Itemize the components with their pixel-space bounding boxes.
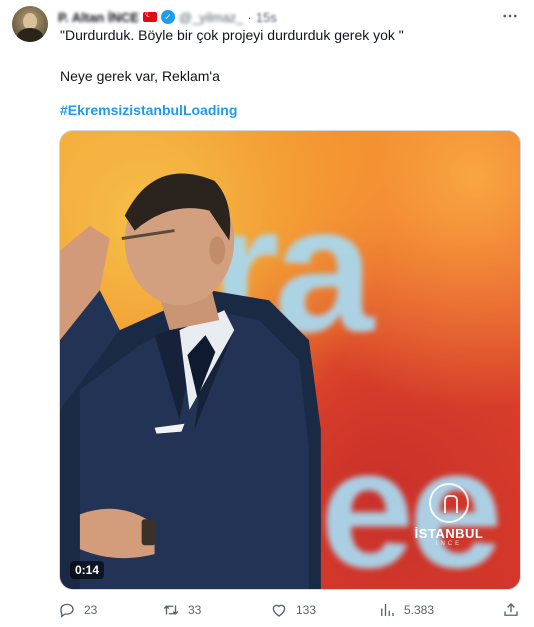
hashtag-link[interactable]: #EkremsizistanbulLoading <box>60 101 237 119</box>
verified-badge-icon: ✓ <box>160 10 175 24</box>
tweet-text-line2: Neye gerek var, Reklam'a <box>60 68 220 84</box>
like-button[interactable]: 133 <box>270 600 316 620</box>
more-icon[interactable] <box>500 6 520 26</box>
reply-icon <box>60 603 74 618</box>
turkey-flag-icon <box>142 9 157 22</box>
retweet-button[interactable]: 33 <box>162 600 201 620</box>
author-name[interactable]: P. Altan İNCE <box>58 10 139 25</box>
video-player[interactable]: ra ee 0:14 İSTANBUL İNCE <box>59 130 521 590</box>
tweet-text-line1: "Durdurduk. Böyle bir çok projeyi durdur… <box>60 27 404 43</box>
like-count: 133 <box>296 603 317 617</box>
avatar[interactable] <box>12 6 48 42</box>
tweet[interactable]: P. Altan İNCE ✓ @_yilmaz_ · 15s "Durdurd… <box>0 0 534 627</box>
views-button[interactable]: 5.383 <box>378 600 434 620</box>
istanbul-logo-subtitle: İNCE <box>435 541 463 547</box>
views-icon <box>381 604 394 616</box>
like-icon <box>272 604 286 617</box>
istanbul-logo-title: İSTANBUL <box>414 526 484 541</box>
share-button[interactable] <box>502 600 520 620</box>
istanbul-logo-icon <box>429 483 469 523</box>
reply-count: 23 <box>84 603 98 617</box>
separator-dot: · <box>247 9 252 25</box>
retweet-icon <box>163 605 179 615</box>
retweet-count: 33 <box>188 603 202 617</box>
tweet-actions: 23 33 133 5.383 <box>58 600 522 622</box>
istanbul-logo: İSTANBUL İNCE <box>414 483 484 559</box>
tweet-header: P. Altan İNCE ✓ @_yilmaz_ · 15s <box>58 8 277 26</box>
avatar-body <box>17 28 43 42</box>
author-handle[interactable]: @_yilmaz_ <box>179 10 244 25</box>
video-duration: 0:14 <box>70 561 105 579</box>
tweet-time[interactable]: 15s <box>256 10 277 25</box>
reply-button[interactable]: 23 <box>58 600 97 620</box>
share-icon <box>504 603 518 616</box>
views-count: 5.383 <box>404 603 435 617</box>
